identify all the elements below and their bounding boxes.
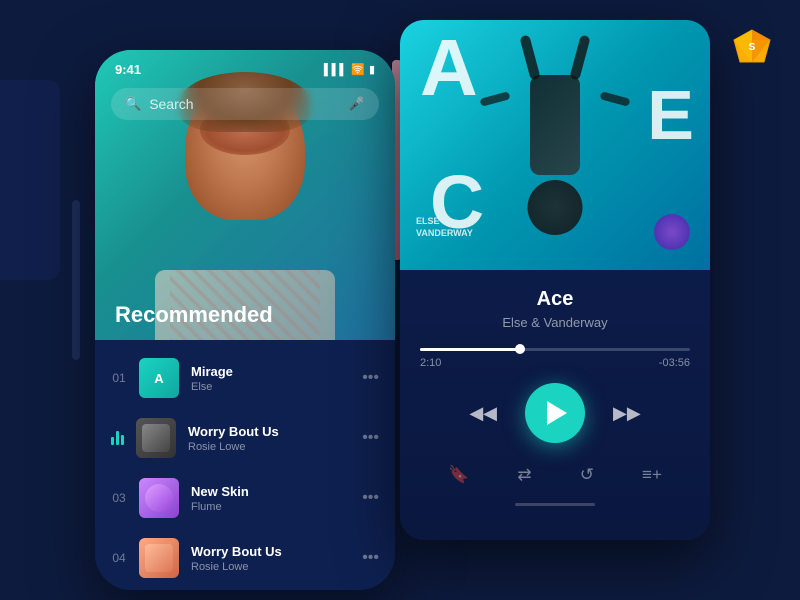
player-bottom-bar: 🔖 ⇄ ↺ ≡+ bbox=[400, 457, 710, 497]
track-item[interactable]: 04 Worry Bout Us Rosie Lowe ••• bbox=[95, 528, 395, 588]
signal-icon: ▌▌▌ bbox=[324, 64, 347, 76]
track-artist: Flume bbox=[191, 501, 350, 513]
eq-bar bbox=[111, 437, 114, 445]
right-phone: A E C ELSEVANDERWAY Ace bbox=[400, 20, 710, 540]
scroll-indicator bbox=[515, 503, 595, 506]
forward-button[interactable]: ▶▶ bbox=[613, 403, 641, 424]
progress-area[interactable]: 2:10 -03:56 bbox=[400, 340, 710, 373]
track-number: 03 bbox=[111, 491, 127, 505]
track-info: Worry Bout Us Rosie Lowe bbox=[188, 424, 350, 453]
track-title: New Skin bbox=[191, 484, 350, 499]
queue-button[interactable]: ≡+ bbox=[642, 465, 662, 485]
current-time: 2:10 bbox=[420, 357, 441, 369]
play-button[interactable] bbox=[525, 383, 585, 443]
shuffle-button[interactable]: ⇄ bbox=[517, 465, 531, 485]
track-info: Worry Bout Us Rosie Lowe bbox=[191, 544, 350, 573]
album-circle-decor bbox=[654, 214, 690, 250]
track-more-button[interactable]: ••• bbox=[362, 429, 379, 447]
track-title: Worry Bout Us bbox=[191, 544, 350, 559]
eq-bar bbox=[121, 435, 124, 445]
wifi-icon: 🛜 bbox=[351, 63, 365, 76]
status-time: 9:41 bbox=[115, 62, 141, 77]
track-artist: Rosie Lowe bbox=[191, 561, 350, 573]
eq-bar bbox=[116, 431, 119, 445]
track-item[interactable]: Worry Bout Us Rosie Lowe ••• bbox=[95, 408, 395, 468]
track-artist: Rosie Lowe bbox=[188, 441, 350, 453]
recommended-label: Recommended bbox=[115, 302, 273, 328]
playing-indicator bbox=[111, 431, 124, 445]
rewind-button[interactable]: ◀◀ bbox=[469, 403, 497, 424]
track-item[interactable]: 03 New Skin Flume ••• bbox=[95, 468, 395, 528]
rewind-icon: ◀◀ bbox=[469, 403, 497, 423]
progress-bar[interactable] bbox=[420, 348, 690, 351]
track-more-button[interactable]: ••• bbox=[362, 489, 379, 507]
search-bar[interactable]: 🔍 Search 🎤 bbox=[111, 88, 379, 120]
track-more-button[interactable]: ••• bbox=[362, 369, 379, 387]
track-thumbnail bbox=[136, 418, 176, 458]
track-number: 01 bbox=[111, 371, 127, 385]
track-thumbnail bbox=[139, 478, 179, 518]
track-info: Mirage Else bbox=[191, 364, 350, 393]
battery-icon: ▮ bbox=[369, 63, 375, 76]
track-info: New Skin Flume bbox=[191, 484, 350, 513]
track-number: 04 bbox=[111, 551, 127, 565]
album-art: A E C ELSEVANDERWAY bbox=[400, 20, 710, 270]
track-title: Worry Bout Us bbox=[188, 424, 350, 439]
album-artist-label: ELSEVANDERWAY bbox=[416, 215, 473, 240]
bg-strip-gray bbox=[72, 200, 80, 360]
track-item[interactable]: 01 A Mirage Else ••• bbox=[95, 348, 395, 408]
sketch-icon: S bbox=[732, 28, 772, 64]
player-title: Ace bbox=[420, 288, 690, 311]
forward-icon: ▶▶ bbox=[613, 403, 641, 423]
progress-thumb[interactable] bbox=[515, 344, 525, 354]
status-icons: ▌▌▌ 🛜 ▮ bbox=[324, 63, 375, 76]
total-time: -03:56 bbox=[659, 357, 690, 369]
player-artist: Else & Vanderway bbox=[420, 315, 690, 330]
progress-fill bbox=[420, 348, 520, 351]
hero-image: 9:41 ▌▌▌ 🛜 ▮ 🔍 Search 🎤 Recommended bbox=[95, 50, 395, 340]
bookmark-button[interactable]: 🔖 bbox=[448, 465, 469, 485]
track-thumbnail: A bbox=[139, 358, 179, 398]
player-controls: ◀◀ ▶▶ bbox=[400, 373, 710, 457]
track-thumbnail bbox=[139, 538, 179, 578]
status-bar: 9:41 ▌▌▌ 🛜 ▮ bbox=[95, 50, 395, 85]
player-info: Ace Else & Vanderway bbox=[400, 270, 710, 340]
search-icon: 🔍 bbox=[125, 96, 141, 112]
search-placeholder: Search bbox=[149, 96, 341, 112]
track-artist: Else bbox=[191, 381, 350, 393]
track-list: 01 A Mirage Else ••• Worry Bout Us Rosi bbox=[95, 340, 395, 590]
repeat-button[interactable]: ↺ bbox=[580, 465, 594, 485]
progress-times: 2:10 -03:56 bbox=[420, 357, 690, 369]
play-icon bbox=[547, 401, 567, 425]
mic-icon: 🎤 bbox=[349, 96, 365, 112]
track-more-button[interactable]: ••• bbox=[362, 549, 379, 567]
svg-text:S: S bbox=[749, 42, 756, 53]
track-title: Mirage bbox=[191, 364, 350, 379]
left-phone: 9:41 ▌▌▌ 🛜 ▮ 🔍 Search 🎤 Recommended 01 A… bbox=[95, 50, 395, 590]
bg-decor-left bbox=[0, 80, 60, 280]
